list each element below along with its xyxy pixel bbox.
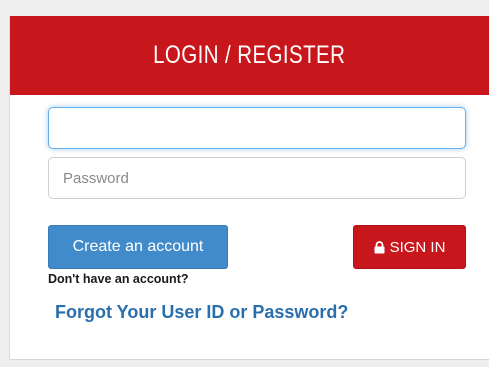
forgot-credentials-link[interactable]: Forgot Your User ID or Password? [55, 302, 348, 323]
lock-icon [374, 240, 385, 254]
sign-in-button[interactable]: SIGN IN [353, 225, 466, 269]
user-id-field[interactable] [48, 107, 466, 149]
create-account-label: Create an account [72, 238, 204, 255]
no-account-text: Don't have an account? [48, 272, 189, 286]
panel-header: LOGIN / REGISTER [10, 16, 489, 95]
panel-title: LOGIN / REGISTER [153, 41, 346, 69]
password-field[interactable] [48, 157, 466, 199]
create-account-button[interactable]: Create an account [48, 225, 228, 269]
sign-in-label: SIGN IN [389, 238, 446, 256]
login-panel: LOGIN / REGISTER Create an account SIGN … [9, 16, 489, 360]
